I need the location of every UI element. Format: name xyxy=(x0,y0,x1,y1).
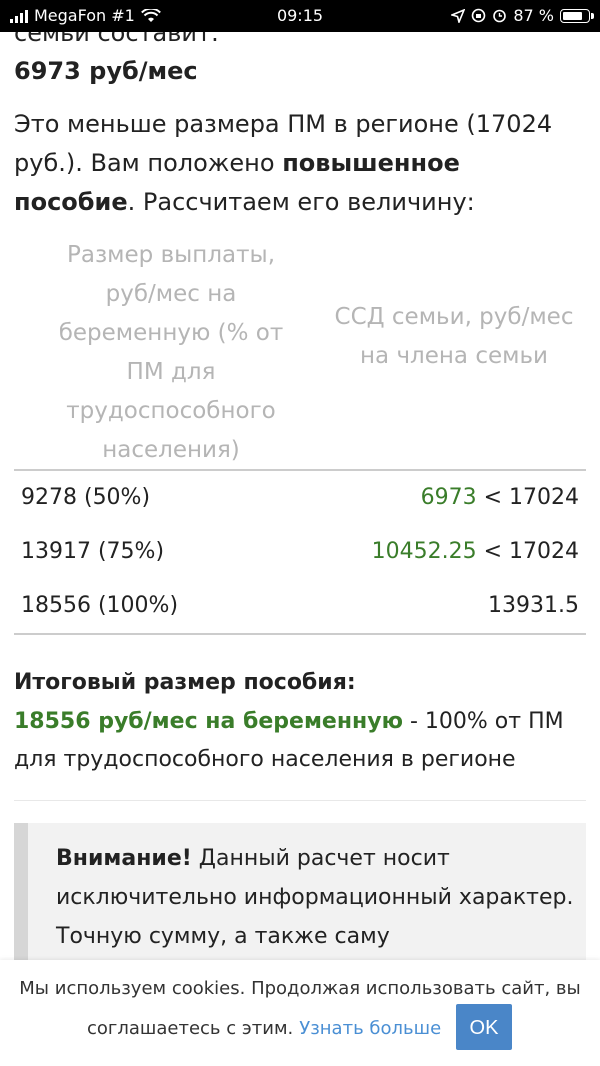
total-amount: 18556 руб/мес на беременную xyxy=(14,709,403,734)
table-header-income: ССД семьи, руб/мес на члена семьи xyxy=(334,304,574,369)
row-comparison: 13931.5 xyxy=(488,593,579,618)
result-paragraph: Это меньше размера ПМ в регионе (17024 р… xyxy=(14,105,586,222)
battery-percent: 87 % xyxy=(513,6,554,25)
row-income-cell: 6973 < 17024 xyxy=(421,471,579,525)
cookie-ok-button[interactable]: OK xyxy=(456,1004,512,1050)
row-payment: 18556 (100%) xyxy=(21,593,179,618)
row-income-cell: 10452.25 < 17024 xyxy=(372,525,579,579)
income-value: 6973 руб/мес xyxy=(14,57,198,85)
row-payment: 9278 (50%) xyxy=(21,485,151,510)
row-income-cell: 13931.5 xyxy=(488,579,579,633)
total-description: 18556 руб/мес на беременную - 100% от ПМ… xyxy=(14,703,586,779)
alarm-icon xyxy=(493,9,507,23)
cookie-text-2: соглашаетесь с этим. xyxy=(87,1018,294,1039)
table-header-payment: Размер выплаты, руб/мес на беременную (%… xyxy=(58,242,284,463)
notice-bold: Внимание! xyxy=(56,846,192,871)
learn-more-link[interactable]: Узнать больше xyxy=(299,1018,441,1039)
row-income: 10452.25 xyxy=(371,539,477,564)
paragraph-text-b: . Рассчитаем его величину: xyxy=(127,188,475,216)
total-title: Итоговый размер пособия: xyxy=(14,670,356,695)
cookie-text: Мы используем cookies. Продолжая использ… xyxy=(19,978,581,999)
rotation-lock-icon xyxy=(472,8,486,23)
battery-icon xyxy=(560,8,594,23)
location-icon xyxy=(451,8,466,23)
warning-notice: Внимание! Данный расчет носит исключител… xyxy=(14,823,586,983)
section-divider xyxy=(14,800,586,801)
table-row: 9278 (50%) 6973 < 17024 xyxy=(14,471,586,525)
table-row: 13917 (75%) 10452.25 < 17024 xyxy=(14,525,586,579)
status-bar: MegaFon #1 09:15 87 % xyxy=(0,0,600,32)
row-payment: 13917 (75%) xyxy=(21,539,165,564)
table-bottom-border xyxy=(14,633,586,635)
row-comparison: < 17024 xyxy=(476,539,579,564)
row-income: 6973 xyxy=(420,485,477,510)
row-comparison: < 17024 xyxy=(476,485,579,510)
table-row: 18556 (100%) 13931.5 xyxy=(14,579,586,633)
